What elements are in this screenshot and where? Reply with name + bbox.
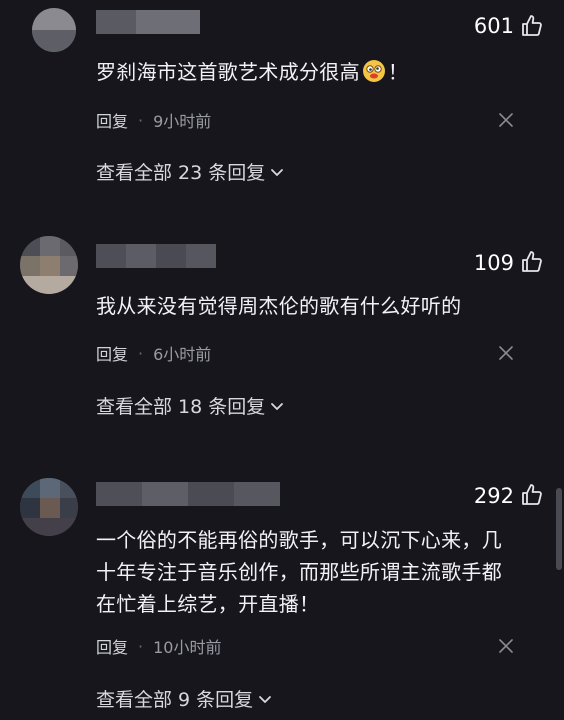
separator-dot: · (138, 110, 144, 130)
username-blurred[interactable] (96, 244, 216, 268)
chevron-down-icon (271, 168, 284, 176)
chevron-down-icon (259, 695, 272, 703)
comment-text-line: 在忙着上综艺，开直播！ (96, 592, 320, 616)
view-replies-label: 查看全部 23 条回复 (96, 162, 266, 184)
comment-meta: 回复 · 6小时前 (96, 341, 211, 365)
comment-text-suffix: ！ (387, 60, 409, 84)
scrollbar-thumb[interactable] (556, 488, 562, 570)
comment-meta: 回复 · 9小时前 (96, 108, 211, 132)
username-blurred[interactable] (96, 482, 280, 506)
view-replies-label: 查看全部 9 条回复 (96, 689, 254, 711)
like-count: 601 (473, 14, 514, 38)
reply-button[interactable]: 回复 (96, 108, 128, 132)
view-replies-label: 查看全部 18 条回复 (96, 396, 266, 418)
avatar[interactable] (20, 478, 78, 536)
close-icon[interactable] (498, 638, 514, 654)
timestamp: 6小时前 (153, 345, 212, 364)
avatar[interactable] (20, 236, 78, 294)
comment-text-line: 十年专注于音乐创作，而那些所谓主流歌手都 (96, 560, 502, 584)
separator-dot: · (138, 636, 144, 656)
thumbs-up-icon[interactable] (520, 250, 544, 274)
comment-text: 一个俗的不能再俗的歌手，可以沉下心来，几 十年专注于音乐创作，而那些所谓主流歌手… (96, 524, 536, 620)
timestamp: 9小时前 (153, 112, 212, 131)
comment-text: 我从来没有觉得周杰伦的歌有什么好听的 (96, 294, 462, 318)
like-count: 292 (473, 484, 514, 508)
username-blurred[interactable] (96, 10, 200, 34)
separator-dot: · (138, 343, 144, 363)
thumbs-up-icon[interactable] (520, 483, 544, 507)
comment-text: 罗刹海市这首歌艺术成分很高 ！ (96, 56, 526, 88)
timestamp: 10小时前 (153, 638, 222, 657)
comment-meta: 回复 · 10小时前 (96, 634, 221, 658)
view-replies-button[interactable]: 查看全部 9 条回复 (96, 685, 273, 712)
view-replies-button[interactable]: 查看全部 23 条回复 (96, 158, 285, 185)
close-icon[interactable] (498, 345, 514, 361)
thumbs-up-icon[interactable] (520, 14, 544, 38)
comment-text-body: 罗刹海市这首歌艺术成分很高 (96, 60, 360, 84)
view-replies-button[interactable]: 查看全部 18 条回复 (96, 392, 285, 419)
reply-button[interactable]: 回复 (96, 634, 128, 658)
emoji-icon (362, 60, 385, 82)
reply-button[interactable]: 回复 (96, 341, 128, 365)
comment-text-line: 一个俗的不能再俗的歌手，可以沉下心来，几 (96, 528, 502, 552)
close-icon[interactable] (498, 112, 514, 128)
like-count: 109 (473, 251, 514, 275)
chevron-down-icon (271, 402, 284, 410)
avatar[interactable] (32, 8, 76, 52)
